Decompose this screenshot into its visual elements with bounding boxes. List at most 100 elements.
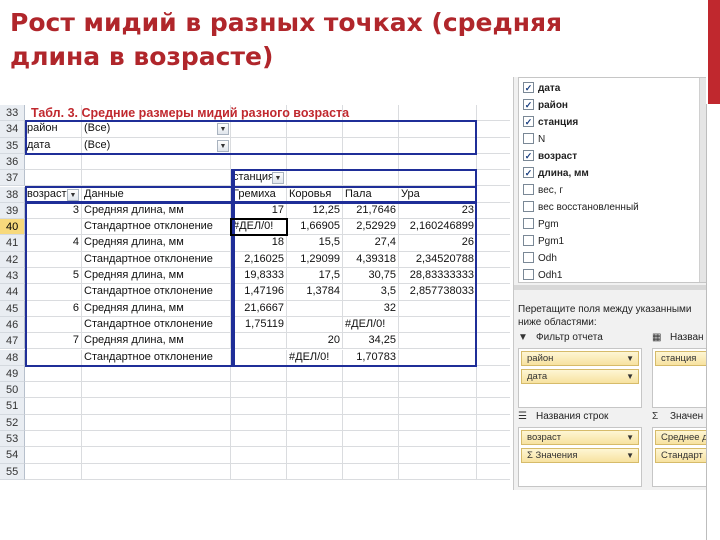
field-checkbox[interactable]: [523, 132, 534, 144]
empty-cell[interactable]: [477, 366, 510, 383]
value-cell[interactable]: 18: [231, 235, 287, 252]
value-cell[interactable]: [399, 349, 477, 366]
row-header[interactable]: 51: [0, 398, 25, 415]
value-cell[interactable]: #ДЕЛ/0!: [231, 219, 287, 236]
row-header[interactable]: 33: [0, 105, 25, 122]
empty-cell[interactable]: [82, 365, 231, 383]
column-header[interactable]: Гремиха: [231, 186, 287, 203]
field-checkbox[interactable]: [523, 234, 534, 246]
empty-cell[interactable]: [477, 105, 510, 122]
empty-cell[interactable]: [477, 382, 510, 399]
age-cell[interactable]: [25, 219, 82, 236]
empty-cell[interactable]: [82, 447, 231, 464]
value-cell[interactable]: [399, 300, 477, 317]
measure-cell[interactable]: Стандартное отклонение: [82, 316, 231, 334]
pane-splitter[interactable]: [514, 285, 706, 290]
age-cell[interactable]: 4: [25, 235, 82, 252]
empty-cell[interactable]: [25, 170, 82, 187]
data-label[interactable]: Данные: [82, 186, 231, 203]
empty-cell[interactable]: [477, 431, 510, 448]
filter-field-label[interactable]: дата: [25, 137, 82, 154]
row-header[interactable]: 40: [0, 219, 25, 236]
empty-cell[interactable]: [82, 431, 231, 448]
empty-cell[interactable]: [343, 137, 399, 154]
row-header[interactable]: 45: [0, 300, 25, 317]
empty-cell[interactable]: [287, 382, 343, 399]
field-item[interactable]: N: [523, 131, 545, 148]
value-cell[interactable]: 34,25: [343, 333, 399, 350]
field-item[interactable]: ✓ станция: [523, 114, 578, 131]
spreadsheet-grid[interactable]: 33 Табл. 3. Средние размеры мидий разного…: [0, 77, 510, 490]
empty-cell[interactable]: [25, 153, 82, 171]
value-cell[interactable]: 1,75119: [231, 316, 287, 334]
empty-cell[interactable]: [399, 170, 477, 187]
empty-cell[interactable]: [399, 105, 477, 122]
empty-cell[interactable]: [287, 463, 343, 480]
field-checkbox[interactable]: ✓: [523, 98, 534, 110]
age-cell[interactable]: 6: [25, 300, 82, 317]
row-header[interactable]: 55: [0, 463, 25, 480]
value-cell[interactable]: 32: [343, 300, 399, 317]
value-cell[interactable]: 17,5: [287, 268, 343, 285]
empty-cell[interactable]: [477, 138, 510, 154]
column-header[interactable]: Пала: [343, 186, 399, 203]
measure-cell[interactable]: Средняя длина, мм: [82, 268, 231, 285]
empty-cell[interactable]: [477, 398, 510, 415]
empty-cell[interactable]: [287, 447, 343, 464]
value-cell[interactable]: 3,5: [343, 284, 399, 301]
empty-cell[interactable]: [287, 414, 343, 431]
empty-cell[interactable]: [25, 382, 82, 399]
chevron-down-icon[interactable]: ▼: [626, 370, 634, 383]
value-cell[interactable]: 21,6667: [231, 300, 287, 317]
empty-cell[interactable]: [231, 382, 287, 399]
row-header[interactable]: 50: [0, 382, 25, 399]
empty-cell[interactable]: [343, 105, 399, 122]
row-header[interactable]: 39: [0, 202, 25, 220]
empty-cell[interactable]: [82, 463, 231, 480]
empty-cell[interactable]: [287, 431, 343, 448]
value-cell[interactable]: 1,66905: [287, 219, 343, 236]
empty-cell[interactable]: [231, 153, 287, 171]
value-cell[interactable]: 21,7646: [343, 202, 399, 220]
empty-cell[interactable]: [399, 463, 477, 480]
field-list-scrollbar[interactable]: [699, 78, 706, 282]
empty-cell[interactable]: [477, 415, 510, 431]
value-cell[interactable]: 23: [399, 202, 477, 220]
field-item[interactable]: Odh1: [523, 267, 562, 284]
value-cell[interactable]: 2,160246899: [399, 219, 477, 236]
empty-cell[interactable]: [287, 153, 343, 171]
empty-cell[interactable]: [477, 252, 510, 268]
value-cell[interactable]: 2,16025: [231, 251, 287, 268]
area-field-chip[interactable]: Стандарт: [655, 448, 706, 463]
empty-cell[interactable]: [231, 121, 287, 138]
age-cell[interactable]: [25, 316, 82, 334]
empty-cell[interactable]: [399, 153, 477, 171]
row-header[interactable]: 52: [0, 414, 25, 431]
filter-value[interactable]: (Все): [82, 121, 231, 138]
empty-cell[interactable]: [477, 154, 510, 171]
empty-cell[interactable]: [25, 398, 82, 415]
measure-cell[interactable]: Средняя длина, мм: [82, 300, 231, 317]
value-cell[interactable]: 27,4: [343, 235, 399, 252]
empty-cell[interactable]: [231, 398, 287, 415]
column-header[interactable]: Коровья: [287, 186, 343, 203]
empty-cell[interactable]: [399, 121, 477, 138]
measure-cell[interactable]: Стандартное отклонение: [82, 219, 231, 236]
area-field-chip[interactable]: возраст ▼: [521, 430, 639, 445]
empty-cell[interactable]: [25, 463, 82, 480]
value-cell[interactable]: #ДЕЛ/0!: [287, 349, 343, 366]
empty-cell[interactable]: [477, 464, 510, 480]
empty-cell[interactable]: [25, 431, 82, 448]
field-checkbox[interactable]: [523, 183, 534, 195]
filter-field-label[interactable]: район: [25, 121, 82, 138]
empty-cell[interactable]: [477, 350, 510, 366]
empty-cell[interactable]: [477, 317, 510, 334]
empty-cell[interactable]: [343, 398, 399, 415]
empty-cell[interactable]: [477, 170, 510, 187]
empty-cell[interactable]: [287, 170, 343, 187]
value-cell[interactable]: [231, 333, 287, 350]
value-cell[interactable]: 2,34520788: [399, 251, 477, 268]
field-checkbox[interactable]: [523, 268, 534, 280]
value-cell[interactable]: 30,75: [343, 268, 399, 285]
empty-cell[interactable]: [231, 463, 287, 480]
